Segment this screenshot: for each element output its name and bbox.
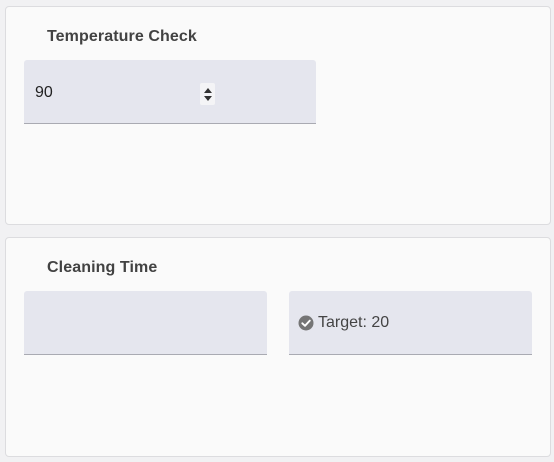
check-circle-icon: [298, 315, 314, 331]
decrement-icon[interactable]: [203, 95, 212, 101]
temperature-stepper[interactable]: [200, 83, 215, 105]
cleaning-time-title: Cleaning Time: [47, 259, 158, 276]
target-display: Target: 20: [289, 291, 532, 355]
temperature-check-title: Temperature Check: [47, 28, 197, 45]
cleaning-time-input[interactable]: [24, 291, 267, 355]
increment-icon[interactable]: [203, 87, 212, 93]
cleaning-time-card: Cleaning Time Target: 20: [5, 237, 551, 457]
temperature-value: 90: [35, 84, 53, 101]
temperature-input[interactable]: 90: [24, 60, 316, 124]
target-label: Target: 20: [318, 314, 390, 331]
temperature-check-card: Temperature Check 90: [5, 6, 551, 225]
